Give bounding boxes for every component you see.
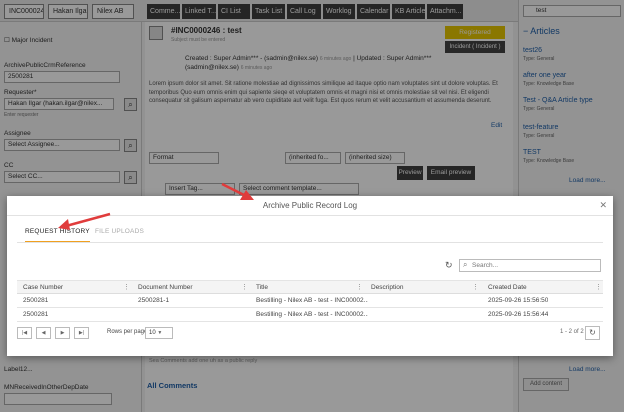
arrow-to-modal-title bbox=[221, 182, 254, 200]
annotation-arrows bbox=[58, 182, 254, 230]
arrow-to-request-history bbox=[58, 212, 111, 230]
